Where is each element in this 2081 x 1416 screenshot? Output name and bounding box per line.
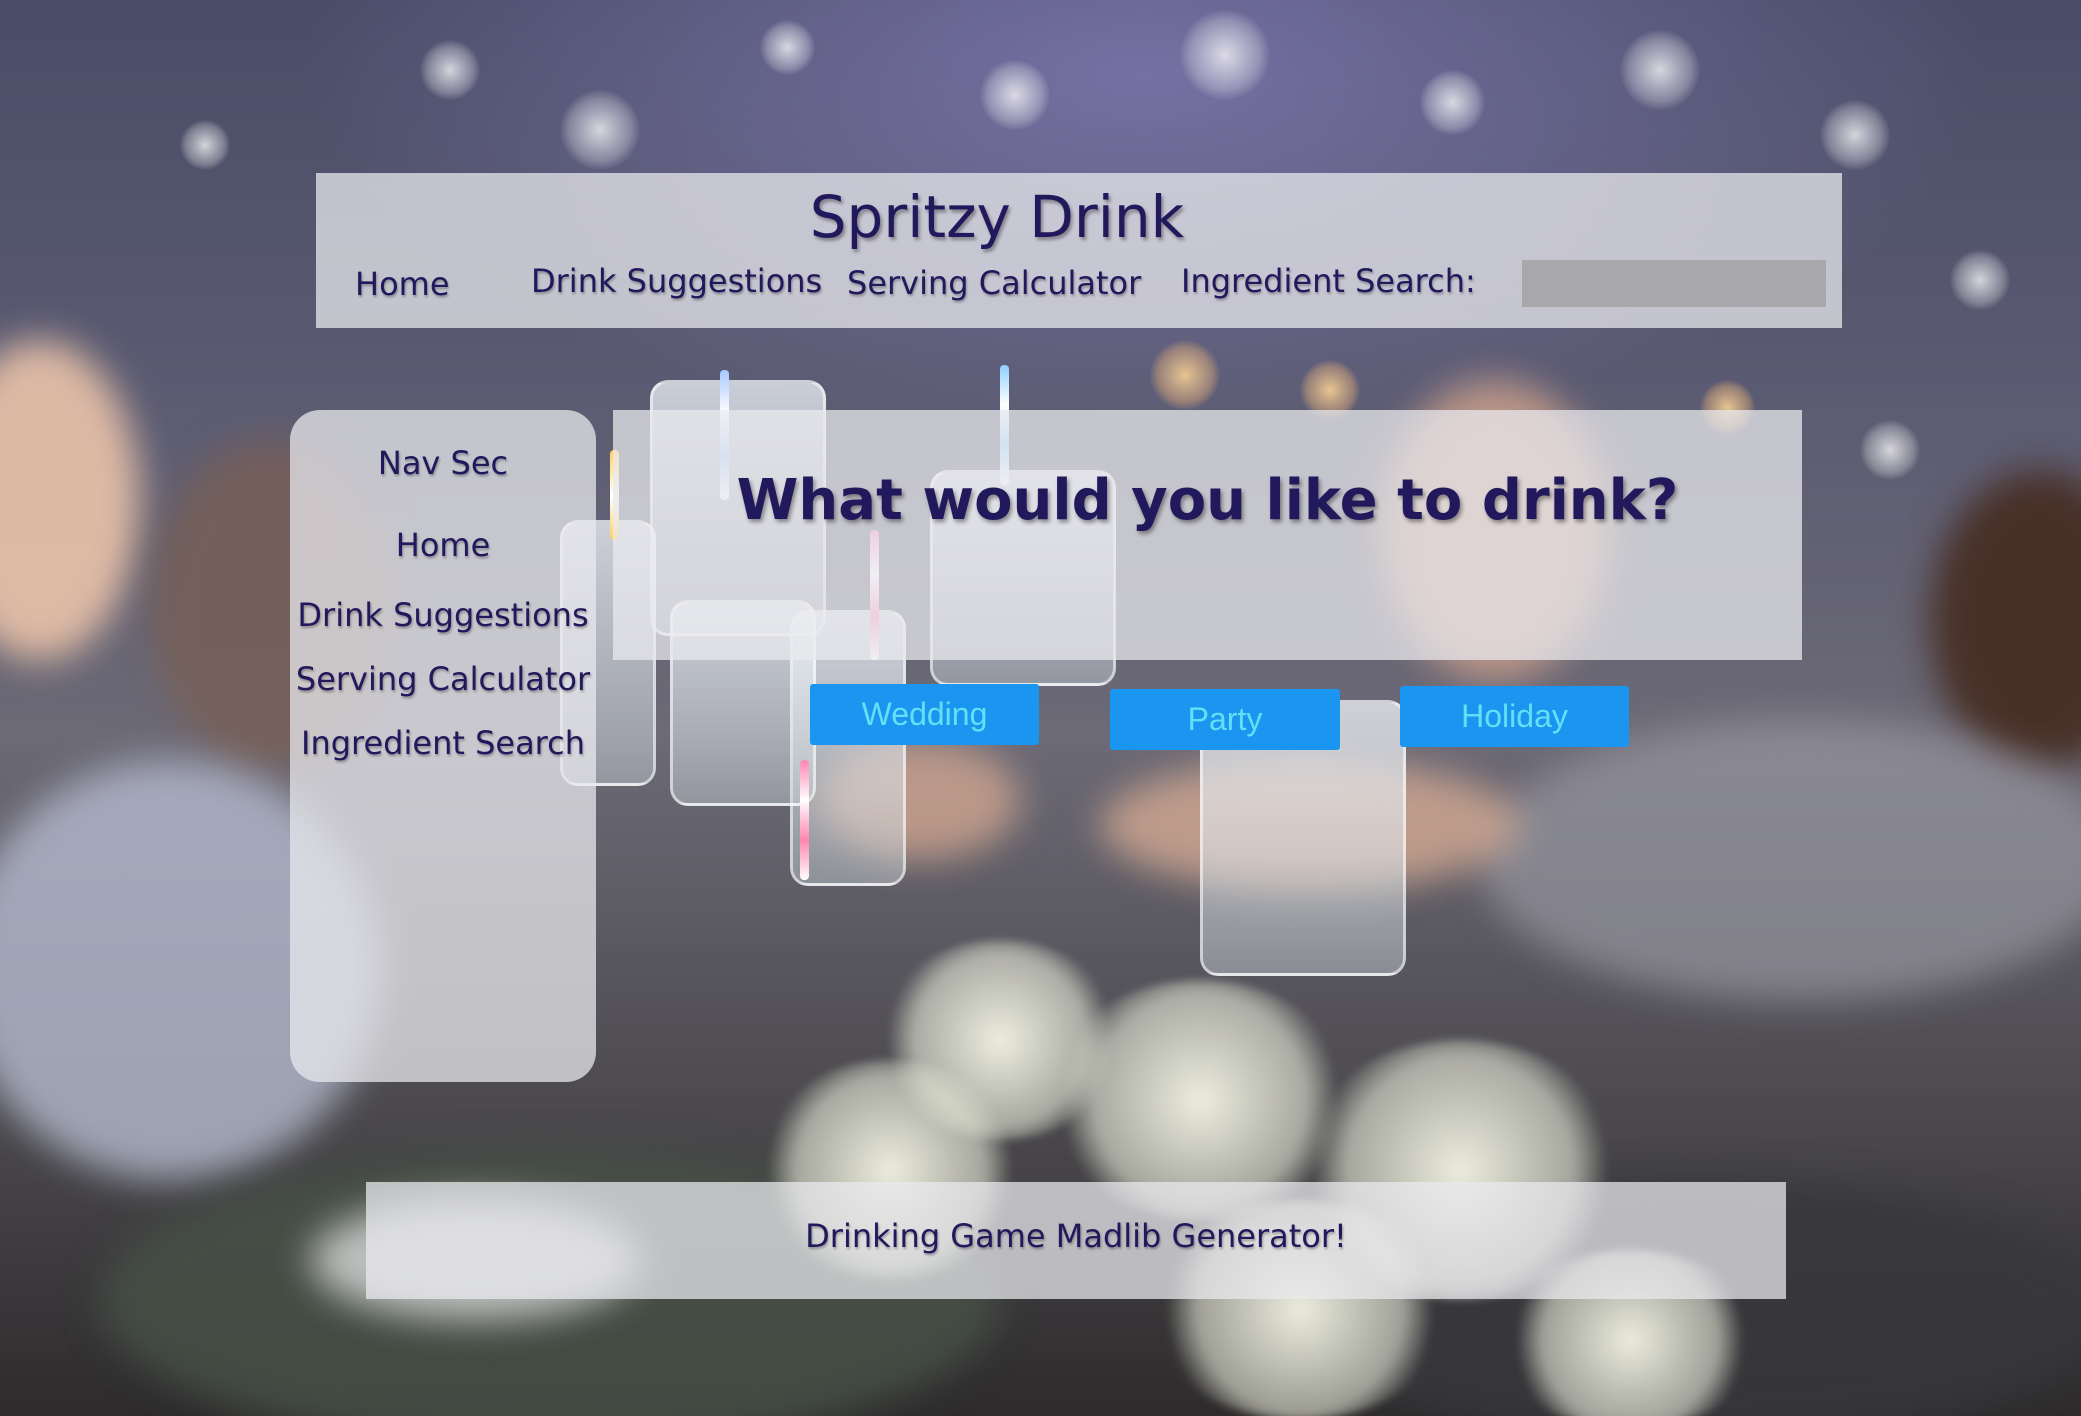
ingredient-search-input[interactable]	[1522, 260, 1826, 307]
sidebar-item-serving-calculator[interactable]: Serving Calculator	[290, 660, 596, 698]
sidebar-item-drink-suggestions[interactable]: Drink Suggestions	[290, 596, 596, 634]
site-title: Spritzy Drink	[809, 183, 1185, 251]
ingredient-search-label: Ingredient Search:	[1181, 262, 1476, 300]
hero-panel	[613, 410, 1802, 660]
sidebar-item-home[interactable]: Home	[290, 526, 596, 564]
wedding-button[interactable]: Wedding	[810, 684, 1039, 745]
topnav-home-link[interactable]: Home	[355, 265, 450, 303]
sidebar-item-ingredient-search[interactable]: Ingredient Search	[290, 724, 596, 762]
hero-question: What would you like to drink?	[736, 468, 1679, 533]
party-button[interactable]: Party	[1110, 689, 1340, 750]
sidebar-heading: Nav Sec	[377, 444, 509, 482]
madlib-generator-link[interactable]: Drinking Game Madlib Generator!	[366, 1217, 1786, 1255]
topnav-serving-calculator-link[interactable]: Serving Calculator	[847, 264, 1141, 302]
holiday-button[interactable]: Holiday	[1400, 686, 1629, 747]
topnav-drink-suggestions-link[interactable]: Drink Suggestions	[531, 262, 822, 300]
